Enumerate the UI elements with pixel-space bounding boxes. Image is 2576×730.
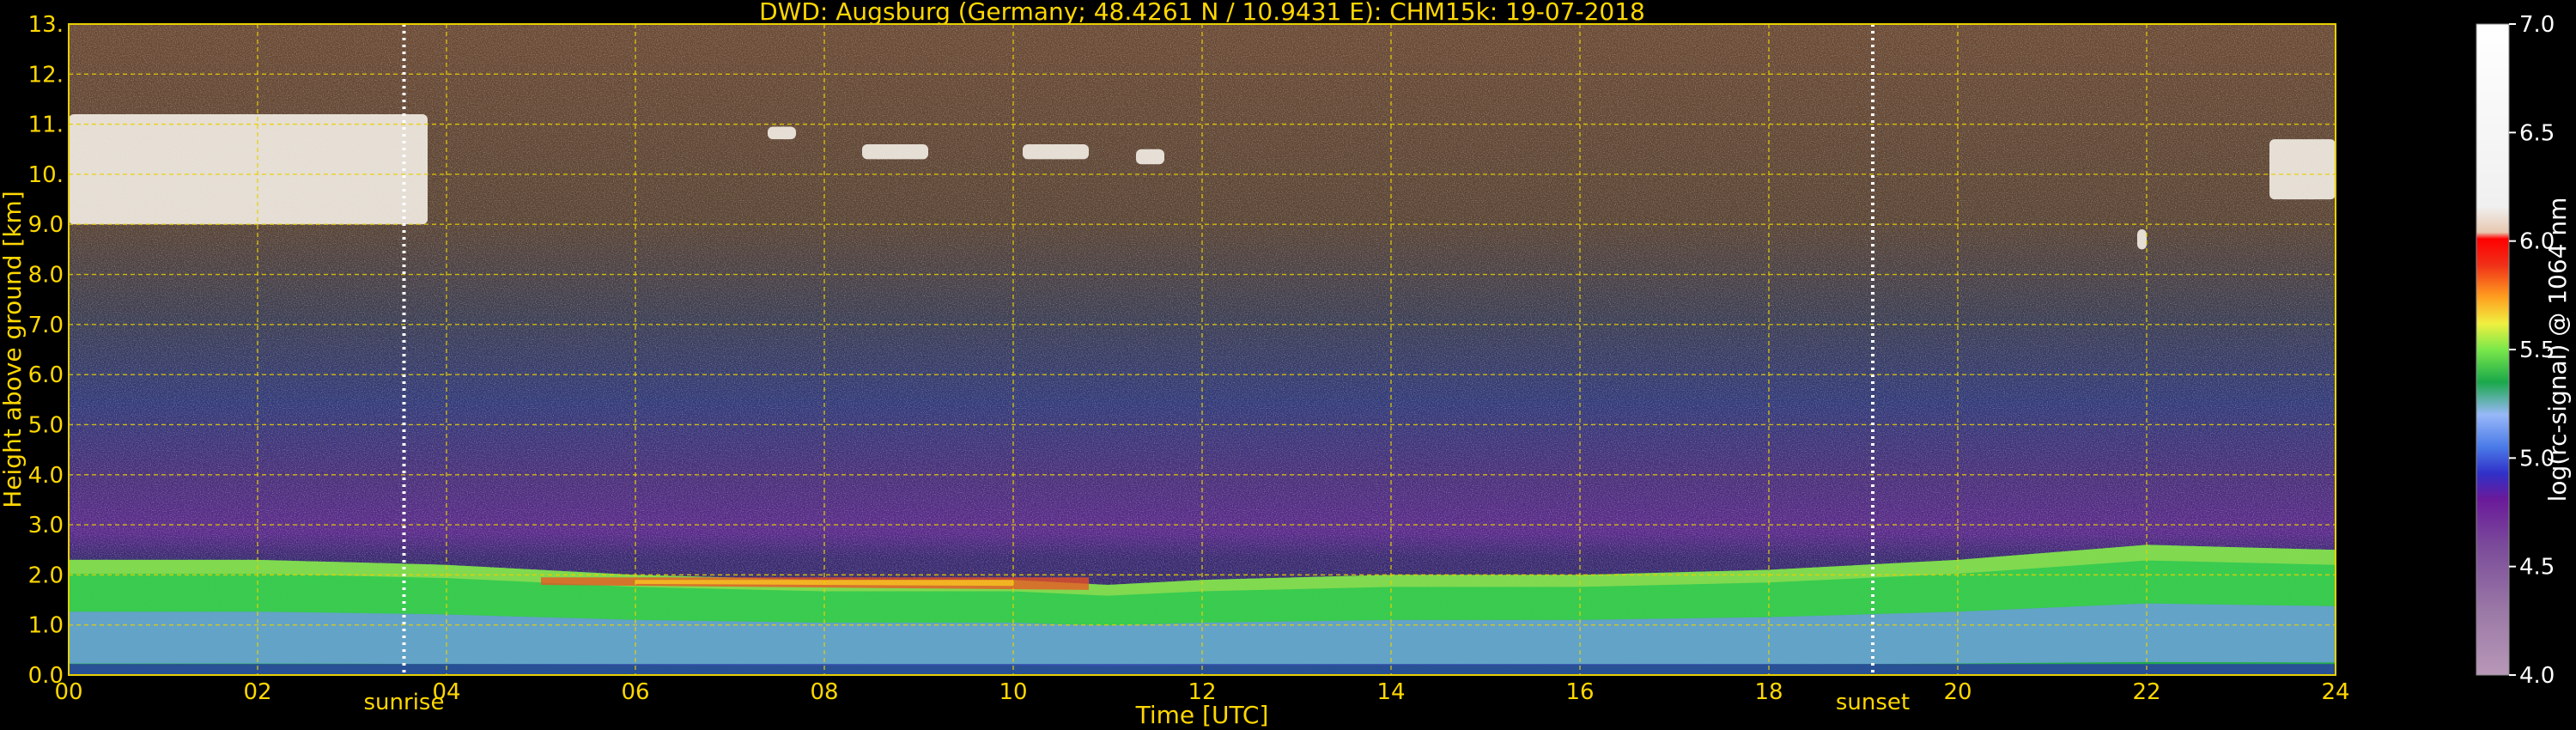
y-tick-label: 4.0 — [28, 463, 64, 489]
sunrise-label: sunrise — [364, 690, 445, 715]
y-tick-label: 1.0 — [28, 613, 64, 639]
x-tick-label: 18 — [1754, 679, 1783, 705]
x-tick-label: 20 — [1943, 679, 1971, 705]
x-tick-label: 22 — [2132, 679, 2160, 705]
y-tick-label: 5.0 — [28, 412, 64, 438]
x-tick-label: 24 — [2321, 679, 2349, 705]
cloud — [768, 126, 796, 140]
cloud — [69, 113, 428, 225]
y-tick-label: 0.0 — [28, 663, 64, 689]
chart-title: DWD: Augsburg (Germany; 48.4261 N / 10.9… — [759, 0, 1645, 26]
ceilometer-chart: DWD: Augsburg (Germany; 48.4261 N / 10.9… — [0, 0, 2572, 729]
y-axis-ticks: 0.0 1.0 2.0 3.0 4.0 5.0 6.0 7.0 8.0 9.0 10. 11. 12. 1… — [28, 12, 64, 689]
y-tick-label: 13. — [28, 12, 64, 38]
x-tick-label: 06 — [621, 679, 649, 705]
sunset-label: sunset — [1836, 690, 1910, 715]
y-tick-label: 8.0 — [28, 263, 64, 289]
colorbar-tick-label: 4.5 — [2519, 555, 2555, 581]
colorbar-tick-label: 6.5 — [2519, 120, 2555, 146]
y-tick-label: 12. — [28, 62, 64, 88]
colorbar-tick-label: 7.0 — [2519, 12, 2555, 38]
colorbar: 4.04.55.05.56.06.57.0 log(rc-signal) @ 1… — [2476, 12, 2572, 689]
plot-area — [68, 23, 2336, 676]
cloud — [2137, 229, 2147, 250]
x-tick-label: 14 — [1376, 679, 1405, 705]
x-tick-label: 08 — [810, 679, 838, 705]
y-tick-label: 11. — [28, 113, 64, 138]
cloud — [2269, 139, 2336, 200]
y-tick-label: 10. — [28, 162, 64, 188]
y-tick-label: 6.0 — [28, 362, 64, 388]
colorbar-tick-label: 4.0 — [2519, 663, 2555, 689]
cloud — [1136, 149, 1164, 165]
cloud — [862, 143, 928, 160]
y-tick-label: 3.0 — [28, 513, 64, 538]
x-tick-label: 10 — [999, 679, 1027, 705]
cloud — [1023, 143, 1089, 160]
y-tick-label: 7.0 — [28, 313, 64, 338]
x-axis-label: Time [UTC] — [1135, 701, 1269, 729]
colorbar-label: log(rc-signal) @ 1064 nm — [2543, 198, 2572, 502]
y-axis-label: Height above ground [km] — [0, 191, 27, 508]
x-tick-label: 16 — [1565, 679, 1594, 705]
y-tick-label: 2.0 — [28, 563, 64, 588]
y-tick-label: 9.0 — [28, 212, 64, 238]
x-tick-label: 02 — [243, 679, 271, 705]
